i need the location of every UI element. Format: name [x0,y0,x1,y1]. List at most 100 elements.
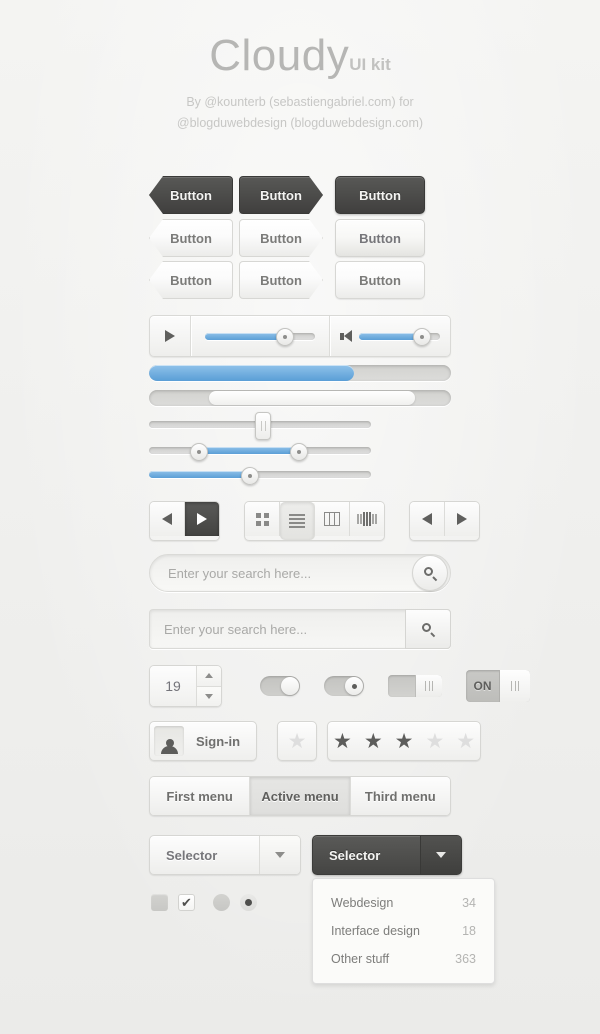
toggle-pill-dot[interactable] [324,676,364,696]
search-input-rounded[interactable]: Enter your search here... [168,566,412,581]
playback-group [149,501,220,541]
slider-handle-end[interactable] [289,442,308,461]
toggle-on[interactable]: ON [466,670,530,702]
toggle-handle[interactable] [415,675,442,697]
button-dark-rect[interactable]: Button [335,176,425,214]
search-icon [423,566,437,580]
tab-first-menu[interactable]: First menu [150,777,251,815]
range-progress-track[interactable] [149,390,451,406]
signin-button[interactable]: Sign-in [149,721,258,761]
dropdown-item[interactable]: Webdesign 34 [313,889,494,917]
progress-track[interactable] [149,365,451,381]
nav-back-button[interactable] [410,502,445,536]
checkbox-unchecked[interactable] [151,894,168,911]
play-button[interactable] [150,316,190,356]
star-icon[interactable]: ★ [333,731,352,752]
button-label: Button [260,272,302,288]
star-rating[interactable]: ★ ★ ★ ★ ★ [327,721,482,761]
avatar [154,726,184,756]
button-label: Button [359,187,401,203]
nav-forward-button[interactable] [445,502,479,536]
search-square: Enter your search here... [149,609,451,649]
button-dark-arrow-left[interactable]: Button [149,176,233,214]
search-pill: Enter your search here... [149,554,451,592]
stepper-value: 19 [150,666,196,706]
tab-active-menu[interactable]: Active menu [250,777,351,815]
slider-fill [149,471,249,478]
toggle-square[interactable] [388,675,442,697]
seek-track[interactable] [205,328,315,346]
view-list-button[interactable] [280,502,315,540]
radio-checked[interactable] [240,894,257,911]
selector-dark-caret[interactable] [420,836,461,874]
dropdown-item-label: Other stuff [331,952,390,966]
toggle-handle[interactable] [499,670,530,702]
toolbar-prev-button[interactable] [150,502,185,536]
checkbox-radio-row: ✔ [151,894,257,911]
range-progress-fill [209,391,415,405]
signin-rating-row: Sign-in ★ ★ ★ ★ ★ ★ [149,721,482,761]
stepper-up-button[interactable] [197,666,221,686]
button-light-arrow-right[interactable]: Button [239,219,323,257]
search-button-rounded[interactable] [412,555,448,591]
button-light-rect[interactable]: Button [335,219,425,257]
dropdown-item-count: 18 [462,924,476,938]
star-icon: ★ [287,729,307,753]
star-icon[interactable]: ★ [395,731,414,752]
star-icon[interactable]: ★ [456,731,475,752]
selector-light-label: Selector [166,847,218,863]
view-grid-button[interactable] [245,502,280,536]
number-stepper[interactable]: 19 [149,665,222,707]
slider-range [149,442,371,461]
toggle-pill-plain[interactable] [260,676,300,696]
star-button-single[interactable]: ★ [277,721,318,761]
segmented-menu: First menu Active menu Third menu [149,776,451,816]
play-icon [165,330,175,342]
page-header: CloudyUI kit By @kounterb (sebastiengabr… [0,34,600,134]
volume-track[interactable] [359,328,440,346]
dropdown-item[interactable]: Interface design 18 [313,917,494,945]
volume-knob[interactable] [412,328,431,346]
button-light2-arrow-right[interactable]: Button [239,261,323,299]
grip-icon [425,681,433,691]
dropdown-item-label: Interface design [331,924,420,938]
toggle-on-label: ON [473,679,492,693]
slider-handle-start[interactable] [189,442,208,461]
tab-third-menu[interactable]: Third menu [350,777,450,815]
triangle-left-icon [422,513,432,525]
grip-icon [511,681,519,691]
dropdown-item-count: 363 [455,952,476,966]
star-icon[interactable]: ★ [364,731,383,752]
search-input-square[interactable]: Enter your search here... [164,622,405,637]
seek-knob[interactable] [276,328,295,346]
toolbar-play-button[interactable] [185,502,219,536]
radio-unchecked[interactable] [213,894,230,911]
speaker-icon [340,330,352,342]
button-light2-arrow-left[interactable]: Button [149,261,233,299]
coverflow-view-icon [356,512,378,526]
view-coverflow-button[interactable] [350,502,384,536]
seek-slider[interactable] [191,316,329,356]
slider-track[interactable] [149,442,371,461]
view-column-button[interactable] [315,502,350,536]
slider-track[interactable] [149,466,371,485]
toggle-knob [281,677,299,695]
button-light2-rect[interactable]: Button [335,261,425,299]
button-label: Button [170,230,212,246]
triangle-left-icon [162,513,172,525]
search-button-square[interactable] [405,609,451,649]
stepper-down-button[interactable] [197,685,221,706]
column-view-icon [324,512,340,526]
slider-grip-handle[interactable] [255,411,272,440]
button-dark-arrow-right[interactable]: Button [239,176,323,214]
dropdown-item[interactable]: Other stuff 363 [313,945,494,973]
toggle-knob [345,677,363,695]
credit-line-2: @blogduwebdesign (blogduwebdesign.com) [176,116,424,130]
button-light-arrow-left[interactable]: Button [149,219,233,257]
checkbox-checked[interactable]: ✔ [178,894,195,911]
slider-track[interactable] [149,411,371,440]
volume-control[interactable] [330,316,450,356]
selector-light-caret[interactable] [259,836,300,874]
star-icon[interactable]: ★ [425,731,444,752]
slider-handle[interactable] [240,466,259,485]
